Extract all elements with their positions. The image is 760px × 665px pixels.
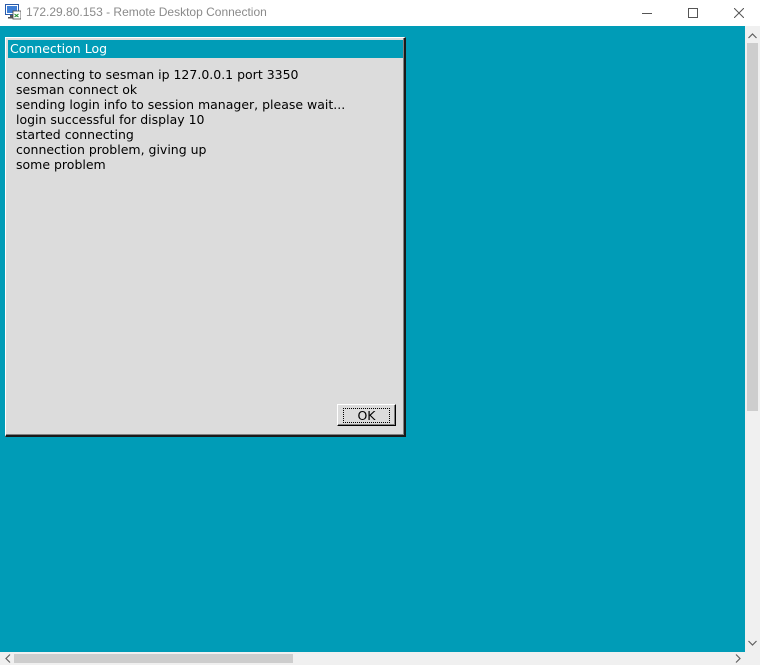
log-text: connecting to sesman ip 127.0.0.1 port 3… <box>16 67 396 172</box>
close-button[interactable] <box>716 0 760 26</box>
horizontal-scrollbar[interactable] <box>0 652 745 665</box>
connection-log-dialog: Connection Log connecting to sesman ip 1… <box>5 37 406 437</box>
horizontal-scroll-thumb[interactable] <box>14 654 293 663</box>
close-icon <box>734 8 744 18</box>
maximize-icon <box>688 8 698 18</box>
log-line: sending login info to session manager, p… <box>16 97 346 112</box>
log-line: login successful for display 10 <box>16 112 205 127</box>
minimize-icon <box>642 13 652 14</box>
chevron-left-icon <box>4 654 10 663</box>
scroll-down-button[interactable] <box>745 635 760 650</box>
ok-button[interactable]: OK <box>337 404 396 426</box>
log-line: some problem <box>16 157 106 172</box>
scroll-left-button[interactable] <box>1 652 14 665</box>
scrollbar-corner <box>745 652 760 665</box>
vertical-scroll-thumb[interactable] <box>747 43 758 411</box>
ok-button-label: OK <box>343 407 390 423</box>
scroll-up-button[interactable] <box>745 28 760 43</box>
remote-desktop-icon <box>5 4 21 20</box>
maximize-button[interactable] <box>670 0 716 26</box>
chevron-down-icon <box>748 640 757 646</box>
vertical-scrollbar[interactable] <box>745 26 760 652</box>
scroll-right-button[interactable] <box>731 652 744 665</box>
dialog-title[interactable]: Connection Log <box>8 40 403 58</box>
log-line: sesman connect ok <box>16 82 138 97</box>
log-line: connection problem, giving up <box>16 142 207 157</box>
window-titlebar[interactable]: 172.29.80.153 - Remote Desktop Connectio… <box>0 0 760 26</box>
window-title: 172.29.80.153 - Remote Desktop Connectio… <box>26 5 267 19</box>
log-line: connecting to sesman ip 127.0.0.1 port 3… <box>16 67 299 82</box>
chevron-up-icon <box>748 32 757 38</box>
log-line: started connecting <box>16 127 134 142</box>
chevron-right-icon <box>735 654 741 663</box>
minimize-button[interactable] <box>624 0 670 26</box>
